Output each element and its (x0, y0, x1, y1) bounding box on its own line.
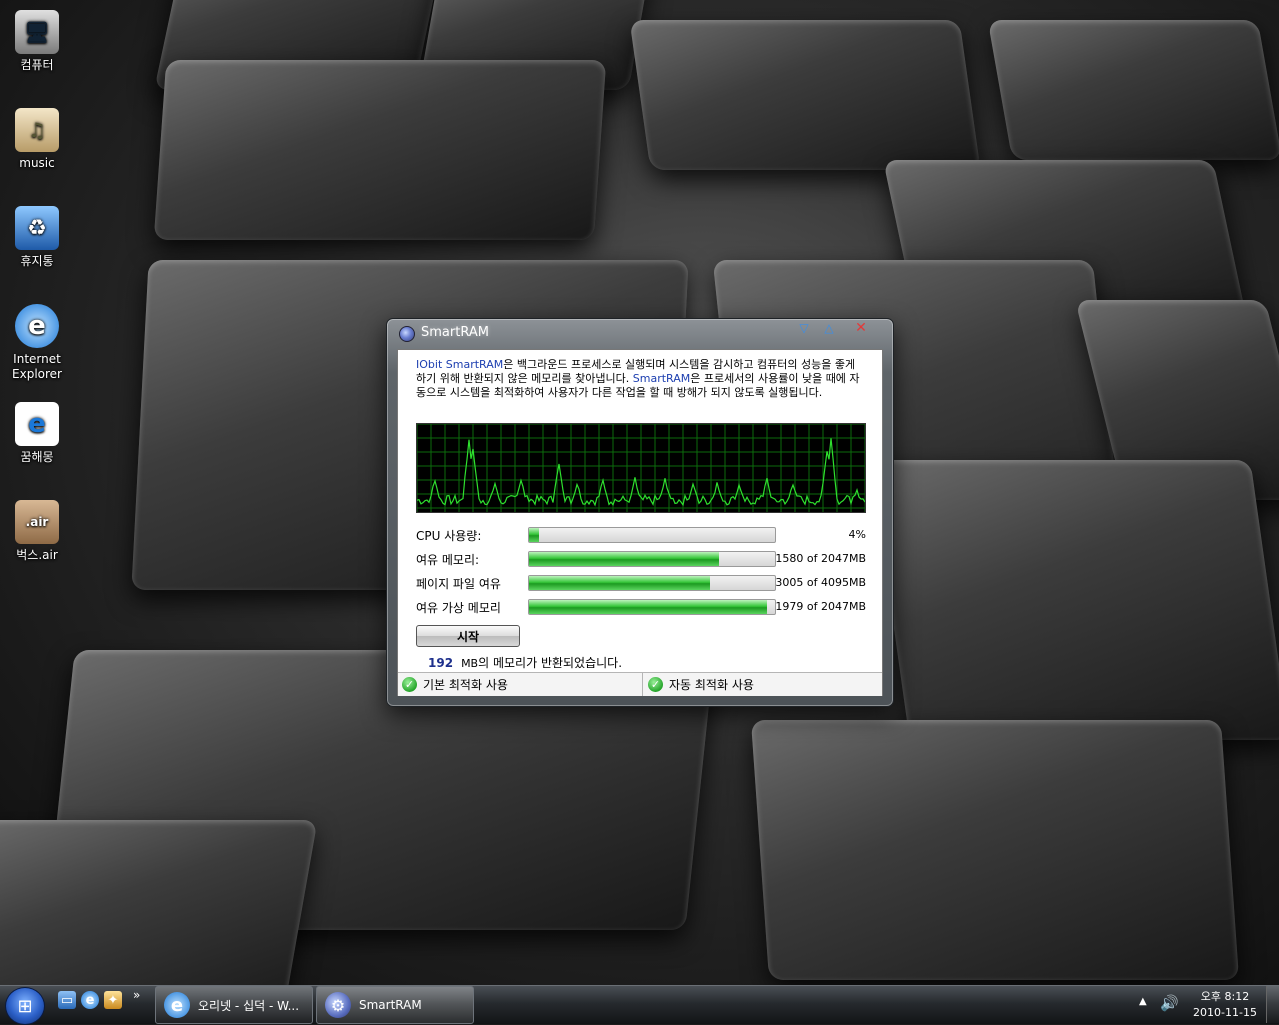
stat-label: 페이지 파일 여유 (416, 577, 501, 591)
bar-fill (529, 552, 719, 566)
taskbar-clock[interactable]: 오후 8:12 2010-11-15 (1188, 989, 1262, 1021)
freed-amount: 192 (428, 656, 454, 670)
smartram-window: SmartRAM ▽ △ ✕ IObit SmartRAM은 백그라운드 프로세… (386, 318, 894, 707)
stat-row-page-file: 페이지 파일 여유 3005 of 4095MB (416, 573, 866, 591)
page-file-bar (528, 575, 776, 591)
quicklaunch-show-desktop[interactable]: ▭ (58, 991, 76, 1009)
internet-explorer-icon: e (164, 992, 190, 1018)
recycle-bin-icon: ♻ (15, 206, 59, 250)
chevron-down-icon: ▽ (799, 321, 809, 335)
taskbar: ⊞ ▭ e ✦ » e 오리넷 - 십덕 - W... ⚙ SmartRAM ▲… (0, 985, 1279, 1025)
stat-label: CPU 사용량: (416, 529, 482, 543)
window-client-area: IObit SmartRAM은 백그라운드 프로세스로 실행되며 시스템을 감시… (397, 349, 883, 696)
free-memory-bar (528, 551, 776, 567)
quicklaunch-app[interactable]: ✦ (104, 991, 122, 1009)
bg-cube (870, 460, 1279, 740)
stat-label: 여유 메모리: (416, 553, 480, 567)
virtual-memory-bar (528, 599, 776, 615)
smartram-gear-icon (399, 326, 415, 342)
clock-date: 2010-11-15 (1193, 1006, 1257, 1019)
bg-cube (987, 20, 1279, 160)
desktop-icon-music[interactable]: ♫ music (0, 108, 74, 171)
ie-shortcut-icon: e (15, 402, 59, 446)
freed-unit: MB (461, 657, 479, 670)
smartram-gear-icon: ⚙ (325, 992, 351, 1018)
stat-value: 1580 of 2047MB (775, 552, 866, 565)
desktop-icon-recycle-bin[interactable]: ♻ 휴지통 (0, 206, 74, 269)
start-button[interactable]: 시작 (416, 625, 520, 647)
desktop-icon-bugs-air[interactable]: .air 벅스.air (0, 500, 74, 563)
freed-text: 의 메모리가 반환되었습니다. (478, 656, 623, 670)
bar-fill (529, 528, 539, 542)
bg-cube (153, 60, 607, 240)
stat-value: 1979 of 2047MB (775, 600, 866, 613)
stat-row-cpu: CPU 사용량: 4% (416, 525, 866, 543)
check-icon: ✓ (648, 677, 663, 692)
stat-row-free-memory: 여유 메모리: 1580 of 2047MB (416, 549, 866, 567)
title-bar[interactable]: SmartRAM ▽ △ ✕ (387, 319, 893, 347)
windows-logo-icon: ⊞ (17, 995, 33, 1017)
close-button[interactable]: ✕ (850, 320, 872, 336)
stat-row-virtual-memory: 여유 가상 메모리 1979 of 2047MB (416, 597, 866, 615)
minimize-button[interactable]: ▽ (793, 320, 815, 336)
desktop-icon-computer[interactable]: 🖥 컴퓨터 (0, 10, 74, 73)
show-desktop-button[interactable] (1266, 986, 1279, 1023)
stat-value: 4% (848, 528, 866, 541)
chevron-up-icon: △ (824, 321, 834, 335)
bar-fill (529, 600, 767, 614)
restore-button[interactable]: △ (818, 320, 840, 336)
cpu-usage-bar (528, 527, 776, 543)
app-icon: ✦ (107, 992, 119, 1008)
clock-time: 오후 8:12 (1200, 990, 1250, 1003)
bar-fill (529, 576, 710, 590)
tray-expand-icon[interactable]: ▲ (1139, 996, 1147, 1007)
taskbar-item-smartram[interactable]: ⚙ SmartRAM (316, 986, 474, 1024)
bg-cube (0, 820, 318, 985)
status-basic-optimization[interactable]: ✓ 기본 최적화 사용 (402, 673, 643, 696)
music-folder-icon: ♫ (15, 108, 59, 152)
status-auto-optimization[interactable]: ✓ 자동 최적화 사용 (648, 673, 878, 696)
close-icon: ✕ (855, 320, 867, 336)
window-title: SmartRAM (421, 325, 489, 340)
taskbar-item-ie[interactable]: e 오리넷 - 십덕 - W... (155, 986, 313, 1024)
quicklaunch-more-button[interactable]: » (133, 988, 140, 1002)
stat-value: 3005 of 4095MB (775, 576, 866, 589)
bg-cube (750, 720, 1240, 980)
desktop-icon-internet-explorer[interactable]: e Internet Explorer (0, 304, 74, 382)
internet-explorer-icon: e (15, 304, 59, 348)
status-bar: ✓ 기본 최적화 사용 ✓ 자동 최적화 사용 (398, 672, 882, 696)
bg-cube (629, 20, 981, 170)
computer-icon: 🖥 (15, 10, 59, 54)
cpu-graph (416, 423, 866, 513)
description-text: IObit SmartRAM은 백그라운드 프로세스로 실행되며 시스템을 감시… (416, 358, 860, 399)
show-desktop-icon: ▭ (60, 992, 74, 1008)
quicklaunch-ie[interactable]: e (81, 991, 99, 1009)
start-menu-button[interactable]: ⊞ (5, 987, 45, 1025)
volume-icon[interactable]: 🔊 (1160, 994, 1179, 1012)
internet-explorer-icon: e (85, 992, 95, 1008)
air-package-icon: .air (15, 500, 59, 544)
stat-label: 여유 가상 메모리 (416, 601, 501, 615)
check-icon: ✓ (402, 677, 417, 692)
freed-memory-message: 192 MB의 메모리가 반환되었습니다. (428, 654, 622, 671)
desktop-icon-dream[interactable]: e 꿈해몽 (0, 402, 74, 465)
